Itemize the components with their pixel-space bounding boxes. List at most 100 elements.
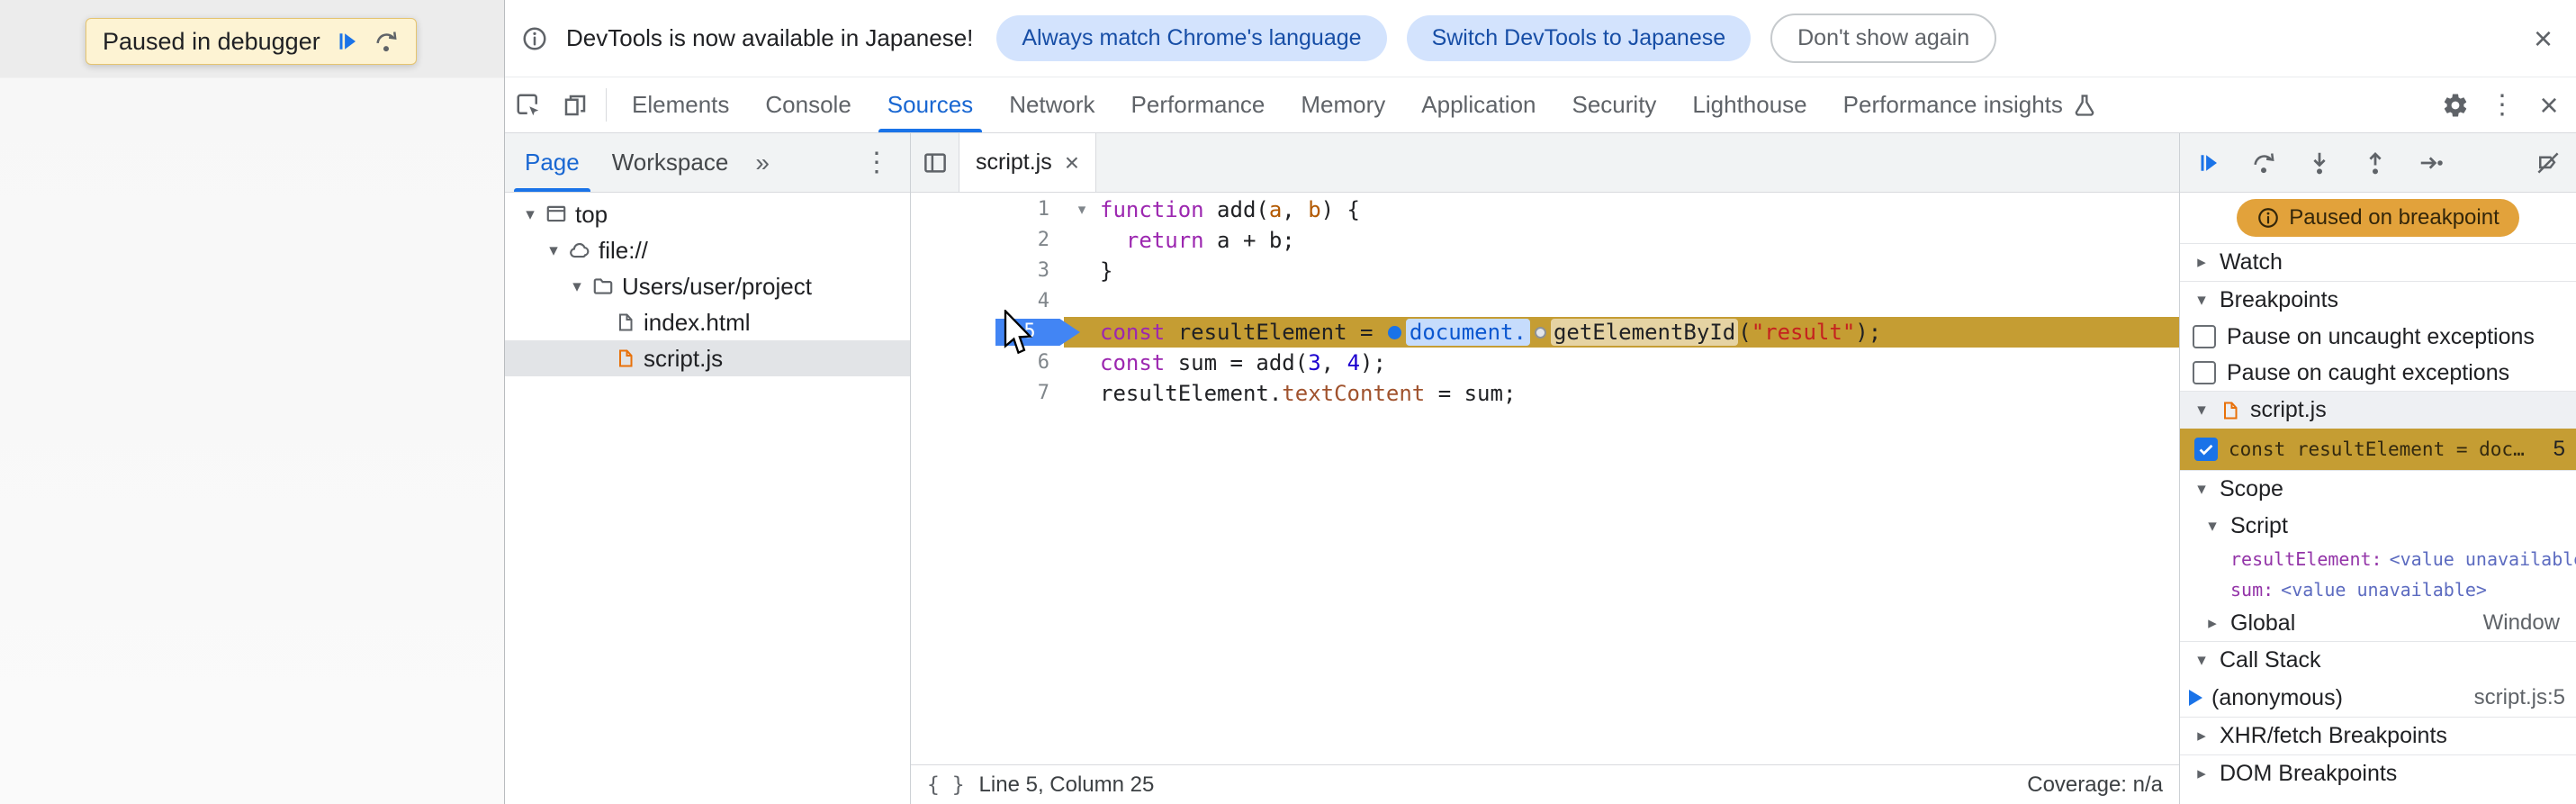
code-token: a + b; [1203, 228, 1295, 253]
section-dom-breakpoints[interactable]: ▸ DOM Breakpoints [2180, 754, 2576, 792]
navigator-tab-workspace[interactable]: Workspace [596, 133, 745, 192]
code-editor[interactable]: 1 ▾ function add(a, b) {2 return a + b; 3} 4… [911, 193, 2179, 764]
section-scope[interactable]: ▾ Scope [2180, 470, 2576, 508]
line-number-gutter[interactable]: 5 [911, 317, 1080, 348]
pretty-print-icon[interactable]: { } [927, 773, 965, 797]
code-line-3[interactable]: 3} [911, 256, 2179, 286]
step-icon[interactable] [2418, 149, 2445, 176]
always-match-chromes-language-button[interactable]: Always match Chrome's language [996, 15, 1387, 61]
navigator-menu-icon[interactable]: ⋮ [847, 147, 906, 178]
tree-item-top[interactable]: ▾ top [505, 196, 910, 232]
breakpoint-file-group[interactable]: ▾ script.js [2180, 391, 2576, 429]
line-number-gutter[interactable]: 7 [911, 378, 1064, 409]
file-tree: ▾ top ▾ file:// ▾ Users/user/project index.htm… [505, 193, 910, 804]
pause-caught-checkbox[interactable] [2193, 361, 2216, 384]
frame-name: (anonymous) [2211, 684, 2343, 710]
close-devtools-icon[interactable]: × [2526, 77, 2572, 132]
scope-global-row[interactable]: ▸ Global Window [2180, 605, 2576, 641]
resume-script-icon[interactable] [2194, 149, 2221, 176]
panel-tab-label: Network [1009, 91, 1095, 118]
panel-tab-performance[interactable]: Performance [1113, 77, 1283, 132]
tree-item-index-html[interactable]: index.html [505, 304, 910, 340]
editor-tab-label: script.js [976, 149, 1052, 175]
infobar-message: DevTools is now available in Japanese! [566, 24, 974, 51]
settings-gear-icon[interactable] [2432, 77, 2479, 132]
inline-breakpoint-marker[interactable] [1387, 325, 1401, 339]
section-xhr-breakpoints[interactable]: ▸ XHR/fetch Breakpoints [2180, 717, 2576, 754]
panel-tab-performance-insights[interactable]: Performance insights [1825, 77, 2115, 132]
code-line-2[interactable]: 2 return a + b; [911, 225, 2179, 256]
more-options-icon[interactable]: ⋮ [2479, 77, 2526, 132]
panel-tab-security[interactable]: Security [1554, 77, 1675, 132]
panel-tab-elements[interactable]: Elements [614, 77, 747, 132]
call-stack-frame[interactable]: (anonymous) script.js:5 [2180, 679, 2576, 717]
code-line-6[interactable]: 6 const sum = add(3, 4); [911, 348, 2179, 378]
step-out-icon[interactable] [2362, 149, 2389, 176]
code-token: add( [1203, 197, 1269, 222]
code-line-4[interactable]: 4 [911, 286, 2179, 317]
panel-tab-network[interactable]: Network [991, 77, 1112, 132]
line-number-gutter[interactable]: 3 [911, 256, 1064, 286]
inline-breakpoint-marker[interactable] [1534, 326, 1546, 339]
section-breakpoints[interactable]: ▾ Breakpoints [2180, 281, 2576, 319]
code-line-5[interactable]: 5 const resultElement = document. getEleme… [911, 317, 2179, 348]
step-over-icon[interactable] [373, 28, 400, 55]
step-into-icon[interactable] [2306, 149, 2333, 176]
inspect-element-icon[interactable] [505, 77, 552, 132]
panel-tab-console[interactable]: Console [747, 77, 869, 132]
editor-tab-script-js[interactable]: script.js × [959, 133, 1097, 192]
scope-script-row[interactable]: ▾ Script [2180, 508, 2576, 544]
line-number-gutter[interactable]: 4 [911, 286, 1064, 317]
device-toolbar-icon[interactable] [552, 77, 599, 132]
navigator-tab-page[interactable]: Page [509, 133, 596, 192]
code-token: } [1100, 258, 1113, 284]
resume-script-icon[interactable] [333, 28, 360, 55]
panel-tab-memory[interactable]: Memory [1283, 77, 1403, 132]
infobar-close-icon[interactable]: × [2526, 22, 2560, 55]
expander-icon[interactable]: ▾ [564, 276, 590, 297]
more-tabs-icon[interactable]: » [744, 149, 780, 177]
code-line-body: ▾ function add(a, b) { [1064, 194, 2179, 225]
section-watch[interactable]: ▸ Watch [2180, 243, 2576, 281]
code-token: , [1282, 197, 1309, 222]
switch-devtools-to-japanese-button[interactable]: Switch DevTools to Japanese [1406, 15, 1752, 61]
pause-uncaught-checkbox[interactable] [2193, 325, 2216, 348]
current-frame-arrow-icon [2189, 690, 2202, 706]
infobar-buttons: Always match Chrome's language Switch Dev… [996, 14, 1997, 63]
chevron-right-icon: ▸ [2197, 253, 2206, 272]
line-number-gutter[interactable]: 1 [911, 194, 1064, 225]
pause-caught-exceptions-row[interactable]: Pause on caught exceptions [2180, 355, 2576, 391]
scope-variable-resultelement[interactable]: resultElement: <value unavailable> [2180, 544, 2576, 574]
code-token: 4 [1347, 350, 1361, 375]
scope-variable-sum[interactable]: sum: <value unavailable> [2180, 574, 2576, 605]
code-token: , [1320, 350, 1347, 375]
panel-tab-sources[interactable]: Sources [869, 77, 991, 132]
fold-arrow-icon: ▾ [1077, 201, 1086, 218]
breakpoint-code-preview: const resultElement = doc… [2229, 438, 2525, 460]
coverage-status[interactable]: Coverage: n/a [2027, 772, 2163, 798]
breakpoint-entry[interactable]: const resultElement = doc… 5 [2180, 429, 2576, 470]
tree-item-script-js[interactable]: script.js [505, 340, 910, 376]
paused-in-debugger-banner: Paused in debugger [86, 18, 417, 65]
breakpoint-checkbox[interactable] [2194, 438, 2218, 461]
panel-tab-lighthouse[interactable]: Lighthouse [1674, 77, 1824, 132]
tree-item-project-folder[interactable]: ▾ Users/user/project [505, 268, 910, 304]
code-line-7[interactable]: 7 resultElement. textContent = sum; [911, 378, 2179, 409]
expander-icon[interactable]: ▾ [541, 240, 566, 261]
pause-uncaught-exceptions-row[interactable]: Pause on uncaught exceptions [2180, 319, 2576, 355]
tree-item-label: Users/user/project [622, 272, 812, 300]
expander-icon[interactable]: ▾ [518, 204, 543, 225]
section-call-stack[interactable]: ▾ Call Stack [2180, 641, 2576, 679]
dont-show-again-button[interactable]: Don't show again [1770, 14, 1997, 63]
step-over-icon[interactable] [2250, 149, 2277, 176]
line-number-gutter[interactable]: 6 [911, 348, 1064, 378]
panel-tab-label: Memory [1301, 91, 1386, 118]
deactivate-breakpoints-icon[interactable] [2535, 149, 2562, 176]
code-token: return [1125, 228, 1204, 253]
close-tab-icon[interactable]: × [1065, 149, 1079, 176]
tree-item-file-scheme[interactable]: ▾ file:// [505, 232, 910, 268]
code-line-1[interactable]: 1 ▾ function add(a, b) { [911, 194, 2179, 225]
line-number-gutter[interactable]: 2 [911, 225, 1064, 256]
panel-tab-application[interactable]: Application [1403, 77, 1554, 132]
toggle-navigator-icon[interactable] [911, 133, 959, 192]
